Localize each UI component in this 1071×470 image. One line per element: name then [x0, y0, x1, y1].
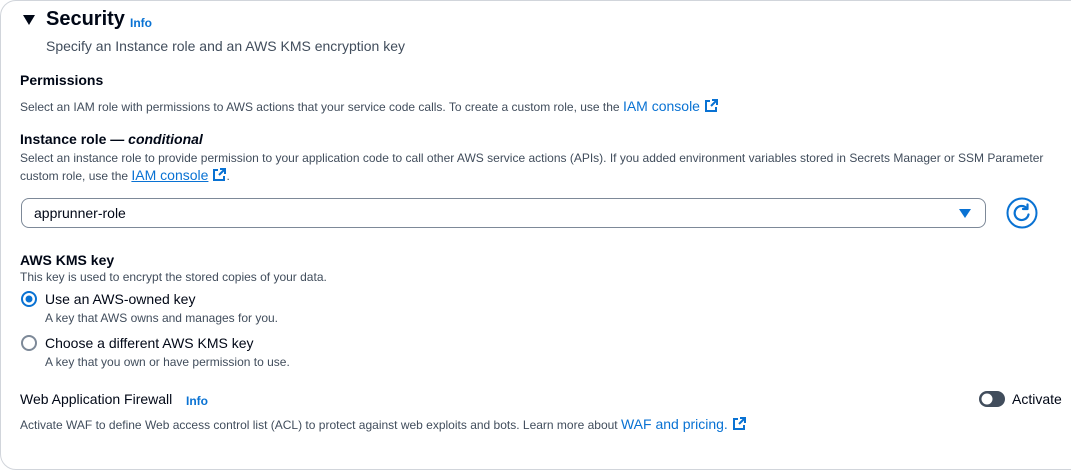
- waf-description-text: Activate WAF to define Web access contro…: [20, 418, 621, 432]
- custom-kms-key-description: A key that you own or have permission to…: [45, 355, 290, 369]
- aws-owned-key-label[interactable]: Use an AWS-owned key: [45, 291, 195, 307]
- external-link-icon: [732, 417, 746, 430]
- section-description: Specify an Instance role and an AWS KMS …: [46, 38, 406, 54]
- iam-console-link[interactable]: IAM console: [623, 98, 718, 114]
- kms-key-label: AWS KMS key: [20, 252, 115, 268]
- waf-label: Web Application Firewall: [20, 391, 173, 407]
- iam-console-link-2-text[interactable]: IAM console: [131, 167, 208, 183]
- external-link-icon: [704, 99, 718, 112]
- instance-role-description-line1: Select an instance role to provide permi…: [20, 151, 1044, 165]
- waf-info-link[interactable]: Info: [186, 394, 208, 408]
- external-link-icon: [213, 168, 227, 181]
- instance-role-period: .: [226, 169, 230, 183]
- custom-kms-key-label[interactable]: Choose a different AWS KMS key: [45, 335, 254, 351]
- instance-role-description-text: custom role, use the: [20, 169, 132, 183]
- waf-description: Activate WAF to define Web access contro…: [20, 416, 746, 432]
- instance-role-select[interactable]: apprunner-role: [21, 198, 986, 228]
- waf-activate-label[interactable]: Activate: [1012, 391, 1062, 407]
- permissions-label: Permissions: [20, 72, 104, 88]
- waf-pricing-link-text[interactable]: WAF and pricing.: [621, 416, 728, 432]
- radio-aws-owned-key[interactable]: [21, 291, 37, 307]
- instance-role-description-line2: custom role, use the IAM console.: [20, 167, 230, 185]
- waf-activate-toggle[interactable]: [979, 391, 1005, 407]
- instance-role-selected-value: apprunner-role: [34, 205, 126, 221]
- iam-console-link-2[interactable]: IAM console: [131, 167, 208, 183]
- caret-down-icon[interactable]: [22, 14, 36, 26]
- section-title[interactable]: Security: [46, 8, 125, 31]
- dropdown-caret-icon: [959, 209, 971, 218]
- aws-owned-key-description: A key that AWS owns and manages for you.: [45, 311, 279, 325]
- kms-key-description: This key is used to encrypt the stored c…: [20, 270, 327, 284]
- iam-console-link-text[interactable]: IAM console: [623, 98, 700, 114]
- instance-role-conditional: conditional: [128, 131, 203, 147]
- radio-custom-kms-key[interactable]: [21, 335, 37, 351]
- permissions-description: Select an IAM role with permissions to A…: [20, 98, 718, 116]
- instance-role-label-text: Instance role —: [20, 131, 129, 147]
- waf-pricing-link[interactable]: WAF and pricing.: [621, 416, 728, 432]
- instance-role-label: Instance role — conditional: [20, 131, 203, 147]
- refresh-icon[interactable]: [1006, 197, 1038, 229]
- security-info-link[interactable]: Info: [130, 16, 152, 30]
- permissions-description-text: Select an IAM role with permissions to A…: [20, 100, 623, 114]
